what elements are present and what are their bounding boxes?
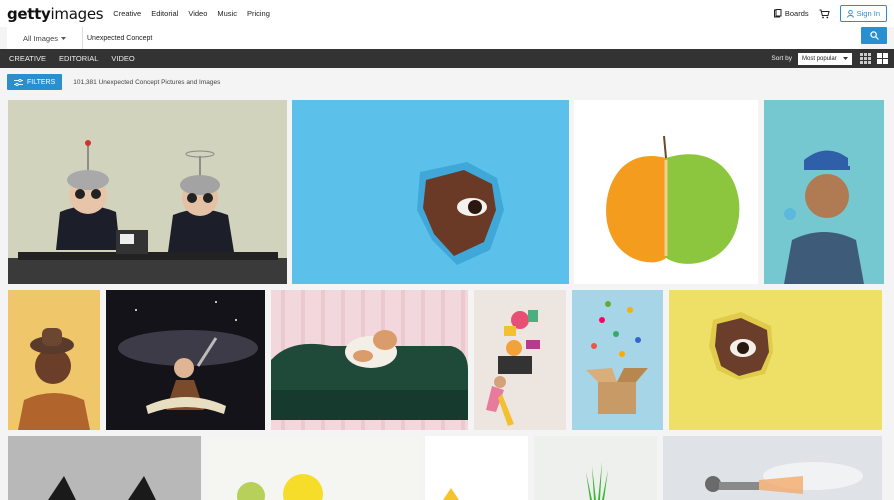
eye-yellow-paper-image <box>669 290 882 430</box>
image-tile-box-confetti[interactable] <box>572 290 663 430</box>
search-icon <box>869 31 879 40</box>
top-right: Boards Sign In <box>773 5 887 22</box>
search-field[interactable] <box>83 27 861 49</box>
grid-small-icon[interactable] <box>860 53 871 64</box>
sort-label: Sort by <box>771 55 792 62</box>
image-tile-grass[interactable] <box>534 436 657 500</box>
image-tile-lemons[interactable] <box>207 436 419 500</box>
woman-floating-image <box>474 290 566 430</box>
box-confetti-image <box>572 290 663 430</box>
sign-in-button[interactable]: Sign In <box>839 5 887 22</box>
image-tile-woman-hat[interactable] <box>8 290 100 430</box>
filter-icon <box>14 78 23 86</box>
image-tile-eye-yellow-paper[interactable] <box>669 290 882 430</box>
view-toggle <box>860 53 888 64</box>
image-tile-kids-helmets[interactable] <box>8 100 287 284</box>
image-tile-orange-apple[interactable] <box>574 100 758 284</box>
cart-icon[interactable] <box>819 9 830 19</box>
nav-editorial[interactable]: Editorial <box>151 9 178 18</box>
grass-image <box>534 436 657 500</box>
sort-caret-icon <box>843 57 848 60</box>
bulldog-couch-image <box>271 290 468 430</box>
filters-button[interactable]: FILTERS <box>7 74 63 90</box>
results-count: 101,381 Unexpected Concept Pictures and … <box>73 78 221 86</box>
getty-logo[interactable]: gettyimages <box>7 5 104 23</box>
image-tile-cat-ears[interactable] <box>8 436 201 500</box>
woman-hat-image <box>8 290 100 430</box>
boards-icon <box>773 9 782 18</box>
image-tile-bulldog-couch[interactable] <box>271 290 468 430</box>
image-tile-boy-book-space[interactable] <box>106 290 265 430</box>
orange-apple-image <box>574 100 758 284</box>
nav-creative[interactable]: Creative <box>113 9 141 18</box>
media-tab-bar: CREATIVE EDITORIAL VIDEO Sort by Most po… <box>0 49 894 68</box>
sort-value: Most popular <box>802 55 837 62</box>
nav-pricing[interactable]: Pricing <box>247 9 270 18</box>
nav-music[interactable]: Music <box>217 9 237 18</box>
cat-ears-image <box>8 436 201 500</box>
boards-label: Boards <box>784 9 809 18</box>
user-icon <box>846 9 854 18</box>
top-bar: gettyimages Creative Editorial Video Mus… <box>0 0 894 27</box>
image-tile-man-cap[interactable] <box>764 100 884 284</box>
tab-video[interactable]: VIDEO <box>111 54 134 63</box>
sort-control: Sort by Most popular <box>771 52 852 65</box>
sign-in-label: Sign In <box>856 9 880 18</box>
category-label: All Images <box>22 33 58 43</box>
category-dropdown[interactable]: All Images <box>7 27 83 49</box>
boy-book-space-image <box>106 290 265 430</box>
image-tile-lemon-squeezer[interactable] <box>425 436 528 500</box>
image-tile-jet-pack[interactable] <box>663 436 882 500</box>
grid-large-icon[interactable] <box>877 53 888 64</box>
lemons-image <box>207 436 419 500</box>
tab-editorial[interactable]: EDITORIAL <box>59 54 98 63</box>
filter-row: FILTERS 101,381 Unexpected Concept Pictu… <box>0 68 894 96</box>
caret-down-icon <box>61 36 66 40</box>
image-tile-eye-blue-paper[interactable] <box>292 100 569 284</box>
main-nav: Creative Editorial Video Music Pricing <box>113 9 270 18</box>
nav-video[interactable]: Video <box>188 9 207 18</box>
search-button[interactable] <box>861 27 887 44</box>
man-cap-image <box>764 100 884 284</box>
search-input[interactable] <box>87 34 861 42</box>
boards-button[interactable]: Boards <box>773 9 809 18</box>
eye-blue-paper-image <box>292 100 569 284</box>
search-bar: All Images <box>0 27 894 49</box>
filters-label: FILTERS <box>27 78 56 86</box>
lemon-squeezer-image <box>425 436 528 500</box>
sort-select[interactable]: Most popular <box>798 52 852 65</box>
image-tile-woman-floating[interactable] <box>474 290 566 430</box>
tab-creative[interactable]: CREATIVE <box>9 54 46 63</box>
jet-pack-image <box>663 436 882 500</box>
kids-helmets-image <box>8 100 287 284</box>
